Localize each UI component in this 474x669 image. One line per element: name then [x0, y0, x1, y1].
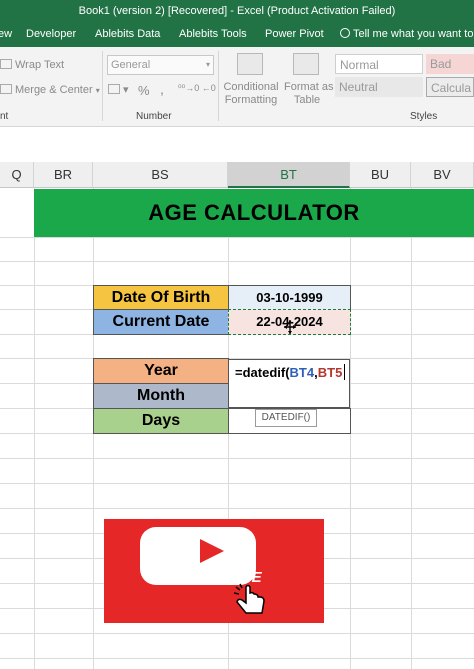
subscribe-label: SUBSCRIBE: [165, 569, 263, 586]
conditional-formatting-button[interactable]: Conditional Formatting: [222, 81, 280, 107]
pointing-hand-icon: [233, 583, 265, 614]
subscribe-graphic: SUBSCRIBE: [104, 519, 324, 623]
play-triangle-icon: [200, 539, 224, 563]
lightbulb-icon: [340, 28, 350, 38]
function-tooltip[interactable]: DATEDIF(): [255, 409, 317, 427]
style-neutral[interactable]: Neutral: [335, 77, 423, 97]
wrap-text-icon: [0, 59, 12, 69]
number-format-select[interactable]: General ▾: [107, 55, 214, 75]
accounting-format-button[interactable]: ▾: [108, 83, 129, 96]
merge-icon: [0, 84, 12, 94]
ribbon-tabs: ew Developer Ablebits Data Ablebits Tool…: [0, 22, 474, 47]
formula-ref-bt5: BT5: [317, 365, 343, 380]
tab-power-pivot[interactable]: Power Pivot: [265, 28, 324, 40]
column-header-bu[interactable]: BU: [350, 162, 411, 188]
number-group-label: Number: [136, 111, 172, 122]
column-header-q[interactable]: Q: [0, 162, 34, 188]
style-normal[interactable]: Normal: [335, 54, 423, 74]
conditional-formatting-icon: [237, 53, 263, 75]
style-bad[interactable]: Bad: [426, 54, 474, 74]
tab-ablebits-tools[interactable]: Ablebits Tools: [179, 28, 247, 40]
move-cursor-icon: [284, 320, 296, 334]
window-title: Book1 (version 2) [Recovered] - Excel (P…: [0, 0, 474, 22]
column-header-bv[interactable]: BV: [411, 162, 474, 188]
tab-view[interactable]: ew: [0, 28, 12, 40]
dob-value: 03-10-1999: [256, 290, 323, 305]
merge-center-button[interactable]: Merge & Center ▾: [0, 84, 100, 96]
column-header-br[interactable]: BR: [34, 162, 93, 188]
currency-icon: [108, 84, 120, 94]
days-label: Days: [93, 408, 229, 434]
comma-button[interactable]: ,: [160, 81, 164, 97]
column-header-bs[interactable]: BS: [93, 162, 228, 188]
text-caret: [344, 364, 346, 380]
year-label: Year: [93, 358, 229, 384]
column-header-bt[interactable]: BT: [228, 162, 350, 188]
styles-group-label: Styles: [410, 111, 438, 122]
tell-me-box[interactable]: Tell me what you want to: [340, 28, 473, 40]
dob-cell[interactable]: 03-10-1999: [228, 285, 351, 310]
age-calculator-banner: AGE CALCULATOR: [34, 189, 474, 237]
percent-button[interactable]: %: [138, 83, 150, 98]
chevron-down-icon: ▾: [205, 60, 210, 69]
wrap-text-button[interactable]: Wrap Text: [0, 59, 64, 71]
format-as-table-button[interactable]: Format as Table: [284, 81, 334, 107]
ribbon: Wrap Text Merge & Center ▾ nt General ▾ ▾…: [0, 47, 474, 127]
decimal-buttons[interactable]: ⁰⁰→0 ←0: [178, 83, 216, 94]
month-label: Month: [93, 383, 229, 409]
tab-ablebits-data[interactable]: Ablebits Data: [95, 28, 160, 40]
current-date-label: Current Date: [93, 309, 229, 335]
formula-edit-cell[interactable]: =datedif(BT4,BT5: [228, 359, 350, 408]
formula-ref-bt4: BT4: [289, 365, 315, 380]
formula-bar-area: [0, 127, 474, 162]
format-as-table-icon: [293, 53, 319, 75]
alignment-group-label: nt: [0, 111, 9, 122]
tab-developer[interactable]: Developer: [26, 28, 76, 40]
dob-label: Date Of Birth: [93, 285, 229, 310]
style-calculation[interactable]: Calcula: [426, 77, 474, 97]
